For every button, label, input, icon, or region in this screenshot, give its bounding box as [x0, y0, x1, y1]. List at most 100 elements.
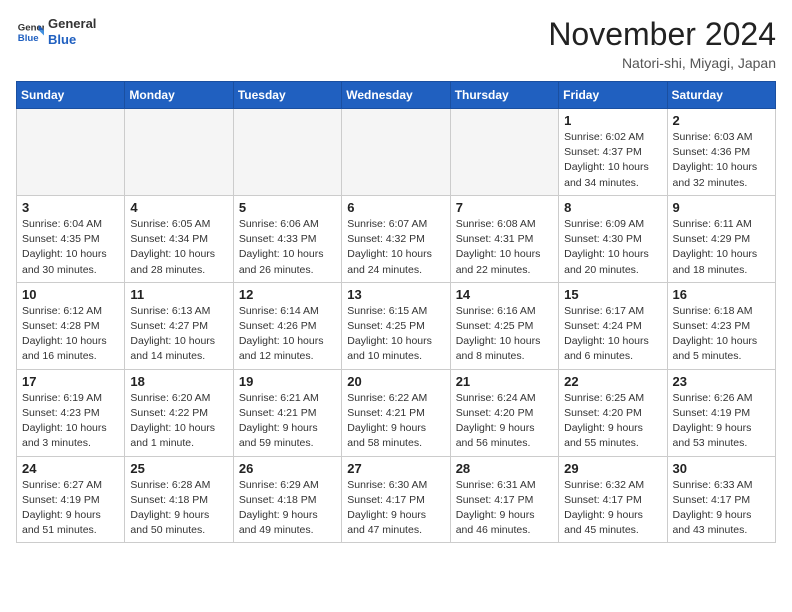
- day-info: Sunrise: 6:24 AM Sunset: 4:20 PM Dayligh…: [456, 391, 553, 452]
- day-info: Sunrise: 6:03 AM Sunset: 4:36 PM Dayligh…: [673, 130, 770, 191]
- day-info: Sunrise: 6:18 AM Sunset: 4:23 PM Dayligh…: [673, 304, 770, 365]
- calendar-cell: 7 Sunrise: 6:08 AM Sunset: 4:31 PM Daylig…: [450, 195, 558, 282]
- day-number: 26: [239, 461, 336, 476]
- week-row-1: 1 Sunrise: 6:02 AM Sunset: 4:37 PM Daylig…: [17, 109, 776, 196]
- calendar-cell: [450, 109, 558, 196]
- calendar-cell: 28 Sunrise: 6:31 AM Sunset: 4:17 PM Dayli…: [450, 456, 558, 543]
- calendar-cell: 30 Sunrise: 6:33 AM Sunset: 4:17 PM Dayli…: [667, 456, 775, 543]
- weekday-header-sunday: Sunday: [17, 82, 125, 109]
- day-number: 10: [22, 287, 119, 302]
- day-number: 14: [456, 287, 553, 302]
- day-number: 30: [673, 461, 770, 476]
- day-number: 12: [239, 287, 336, 302]
- weekday-header-wednesday: Wednesday: [342, 82, 450, 109]
- calendar-cell: 22 Sunrise: 6:25 AM Sunset: 4:20 PM Dayli…: [559, 369, 667, 456]
- day-number: 7: [456, 200, 553, 215]
- calendar-cell: 10 Sunrise: 6:12 AM Sunset: 4:28 PM Dayli…: [17, 282, 125, 369]
- month-title: November 2024: [548, 16, 776, 53]
- day-number: 29: [564, 461, 661, 476]
- day-number: 8: [564, 200, 661, 215]
- calendar-cell: 13 Sunrise: 6:15 AM Sunset: 4:25 PM Dayli…: [342, 282, 450, 369]
- calendar-cell: 29 Sunrise: 6:32 AM Sunset: 4:17 PM Dayli…: [559, 456, 667, 543]
- logo-line2: Blue: [48, 32, 96, 48]
- day-number: 22: [564, 374, 661, 389]
- day-info: Sunrise: 6:20 AM Sunset: 4:22 PM Dayligh…: [130, 391, 227, 452]
- calendar-cell: 5Sunrise: 6:06 AM Sunset: 4:33 PM Daylig…: [233, 195, 341, 282]
- calendar-cell: 17Sunrise: 6:19 AM Sunset: 4:23 PM Dayli…: [17, 369, 125, 456]
- day-number: 16: [673, 287, 770, 302]
- day-info: Sunrise: 6:31 AM Sunset: 4:17 PM Dayligh…: [456, 478, 553, 539]
- day-number: 4: [130, 200, 227, 215]
- day-number: 2: [673, 113, 770, 128]
- day-info: Sunrise: 6:05 AM Sunset: 4:34 PM Dayligh…: [130, 217, 227, 278]
- day-info: Sunrise: 6:32 AM Sunset: 4:17 PM Dayligh…: [564, 478, 661, 539]
- calendar-cell: 24 Sunrise: 6:27 AM Sunset: 4:19 PM Dayli…: [17, 456, 125, 543]
- day-number: 18: [130, 374, 227, 389]
- calendar-cell: 16 Sunrise: 6:18 AM Sunset: 4:23 PM Dayli…: [667, 282, 775, 369]
- day-info: Sunrise: 6:07 AM Sunset: 4:32 PM Dayligh…: [347, 217, 444, 278]
- day-number: 11: [130, 287, 227, 302]
- title-block: November 2024 Natori-shi, Miyagi, Japan: [548, 16, 776, 71]
- weekday-header-friday: Friday: [559, 82, 667, 109]
- weekday-header-saturday: Saturday: [667, 82, 775, 109]
- calendar-cell: 1 Sunrise: 6:02 AM Sunset: 4:37 PM Daylig…: [559, 109, 667, 196]
- logo-line1: General: [48, 16, 96, 32]
- logo-text: General Blue: [48, 16, 96, 47]
- day-number: 13: [347, 287, 444, 302]
- calendar-cell: 23 Sunrise: 6:26 AM Sunset: 4:19 PM Dayli…: [667, 369, 775, 456]
- day-number: 6: [347, 200, 444, 215]
- weekday-header-thursday: Thursday: [450, 82, 558, 109]
- svg-text:Blue: Blue: [18, 32, 39, 43]
- day-number: 27: [347, 461, 444, 476]
- day-number: 9: [673, 200, 770, 215]
- calendar-cell: 25 Sunrise: 6:28 AM Sunset: 4:18 PM Dayli…: [125, 456, 233, 543]
- day-info: Sunrise: 6:16 AM Sunset: 4:25 PM Dayligh…: [456, 304, 553, 365]
- day-info: Sunrise: 6:29 AM Sunset: 4:18 PM Dayligh…: [239, 478, 336, 539]
- week-row-4: 17Sunrise: 6:19 AM Sunset: 4:23 PM Dayli…: [17, 369, 776, 456]
- day-info: Sunrise: 6:28 AM Sunset: 4:18 PM Dayligh…: [130, 478, 227, 539]
- calendar-cell: 27 Sunrise: 6:30 AM Sunset: 4:17 PM Dayli…: [342, 456, 450, 543]
- day-info: Sunrise: 6:26 AM Sunset: 4:19 PM Dayligh…: [673, 391, 770, 452]
- day-info: Sunrise: 6:25 AM Sunset: 4:20 PM Dayligh…: [564, 391, 661, 452]
- week-row-5: 24 Sunrise: 6:27 AM Sunset: 4:19 PM Dayli…: [17, 456, 776, 543]
- calendar-cell: 11 Sunrise: 6:13 AM Sunset: 4:27 PM Dayli…: [125, 282, 233, 369]
- calendar: SundayMondayTuesdayWednesdayThursdayFrid…: [16, 81, 776, 543]
- calendar-cell: 15Sunrise: 6:17 AM Sunset: 4:24 PM Dayli…: [559, 282, 667, 369]
- day-number: 28: [456, 461, 553, 476]
- day-info: Sunrise: 6:02 AM Sunset: 4:37 PM Dayligh…: [564, 130, 661, 191]
- day-info: Sunrise: 6:30 AM Sunset: 4:17 PM Dayligh…: [347, 478, 444, 539]
- logo-icon: General Blue: [16, 18, 44, 46]
- week-row-2: 3Sunrise: 6:04 AM Sunset: 4:35 PM Daylig…: [17, 195, 776, 282]
- calendar-cell: 26 Sunrise: 6:29 AM Sunset: 4:18 PM Dayli…: [233, 456, 341, 543]
- day-info: Sunrise: 6:15 AM Sunset: 4:25 PM Dayligh…: [347, 304, 444, 365]
- calendar-cell: 14 Sunrise: 6:16 AM Sunset: 4:25 PM Dayli…: [450, 282, 558, 369]
- day-number: 19: [239, 374, 336, 389]
- weekday-header-monday: Monday: [125, 82, 233, 109]
- calendar-cell: 3Sunrise: 6:04 AM Sunset: 4:35 PM Daylig…: [17, 195, 125, 282]
- day-number: 25: [130, 461, 227, 476]
- day-info: Sunrise: 6:08 AM Sunset: 4:31 PM Dayligh…: [456, 217, 553, 278]
- day-number: 23: [673, 374, 770, 389]
- day-info: Sunrise: 6:14 AM Sunset: 4:26 PM Dayligh…: [239, 304, 336, 365]
- calendar-body: 1 Sunrise: 6:02 AM Sunset: 4:37 PM Daylig…: [17, 109, 776, 543]
- page-header: General Blue General Blue November 2024 …: [16, 16, 776, 71]
- day-info: Sunrise: 6:12 AM Sunset: 4:28 PM Dayligh…: [22, 304, 119, 365]
- day-info: Sunrise: 6:17 AM Sunset: 4:24 PM Dayligh…: [564, 304, 661, 365]
- calendar-cell: 18 Sunrise: 6:20 AM Sunset: 4:22 PM Dayli…: [125, 369, 233, 456]
- day-info: Sunrise: 6:13 AM Sunset: 4:27 PM Dayligh…: [130, 304, 227, 365]
- day-number: 1: [564, 113, 661, 128]
- calendar-cell: 2 Sunrise: 6:03 AM Sunset: 4:36 PM Daylig…: [667, 109, 775, 196]
- day-info: Sunrise: 6:27 AM Sunset: 4:19 PM Dayligh…: [22, 478, 119, 539]
- calendar-cell: 21 Sunrise: 6:24 AM Sunset: 4:20 PM Dayli…: [450, 369, 558, 456]
- calendar-cell: 4 Sunrise: 6:05 AM Sunset: 4:34 PM Daylig…: [125, 195, 233, 282]
- location: Natori-shi, Miyagi, Japan: [548, 55, 776, 71]
- calendar-cell: 6 Sunrise: 6:07 AM Sunset: 4:32 PM Daylig…: [342, 195, 450, 282]
- day-info: Sunrise: 6:19 AM Sunset: 4:23 PM Dayligh…: [22, 391, 119, 452]
- calendar-cell: [233, 109, 341, 196]
- day-info: Sunrise: 6:21 AM Sunset: 4:21 PM Dayligh…: [239, 391, 336, 452]
- day-number: 3: [22, 200, 119, 215]
- day-info: Sunrise: 6:09 AM Sunset: 4:30 PM Dayligh…: [564, 217, 661, 278]
- day-number: 21: [456, 374, 553, 389]
- day-info: Sunrise: 6:33 AM Sunset: 4:17 PM Dayligh…: [673, 478, 770, 539]
- day-number: 24: [22, 461, 119, 476]
